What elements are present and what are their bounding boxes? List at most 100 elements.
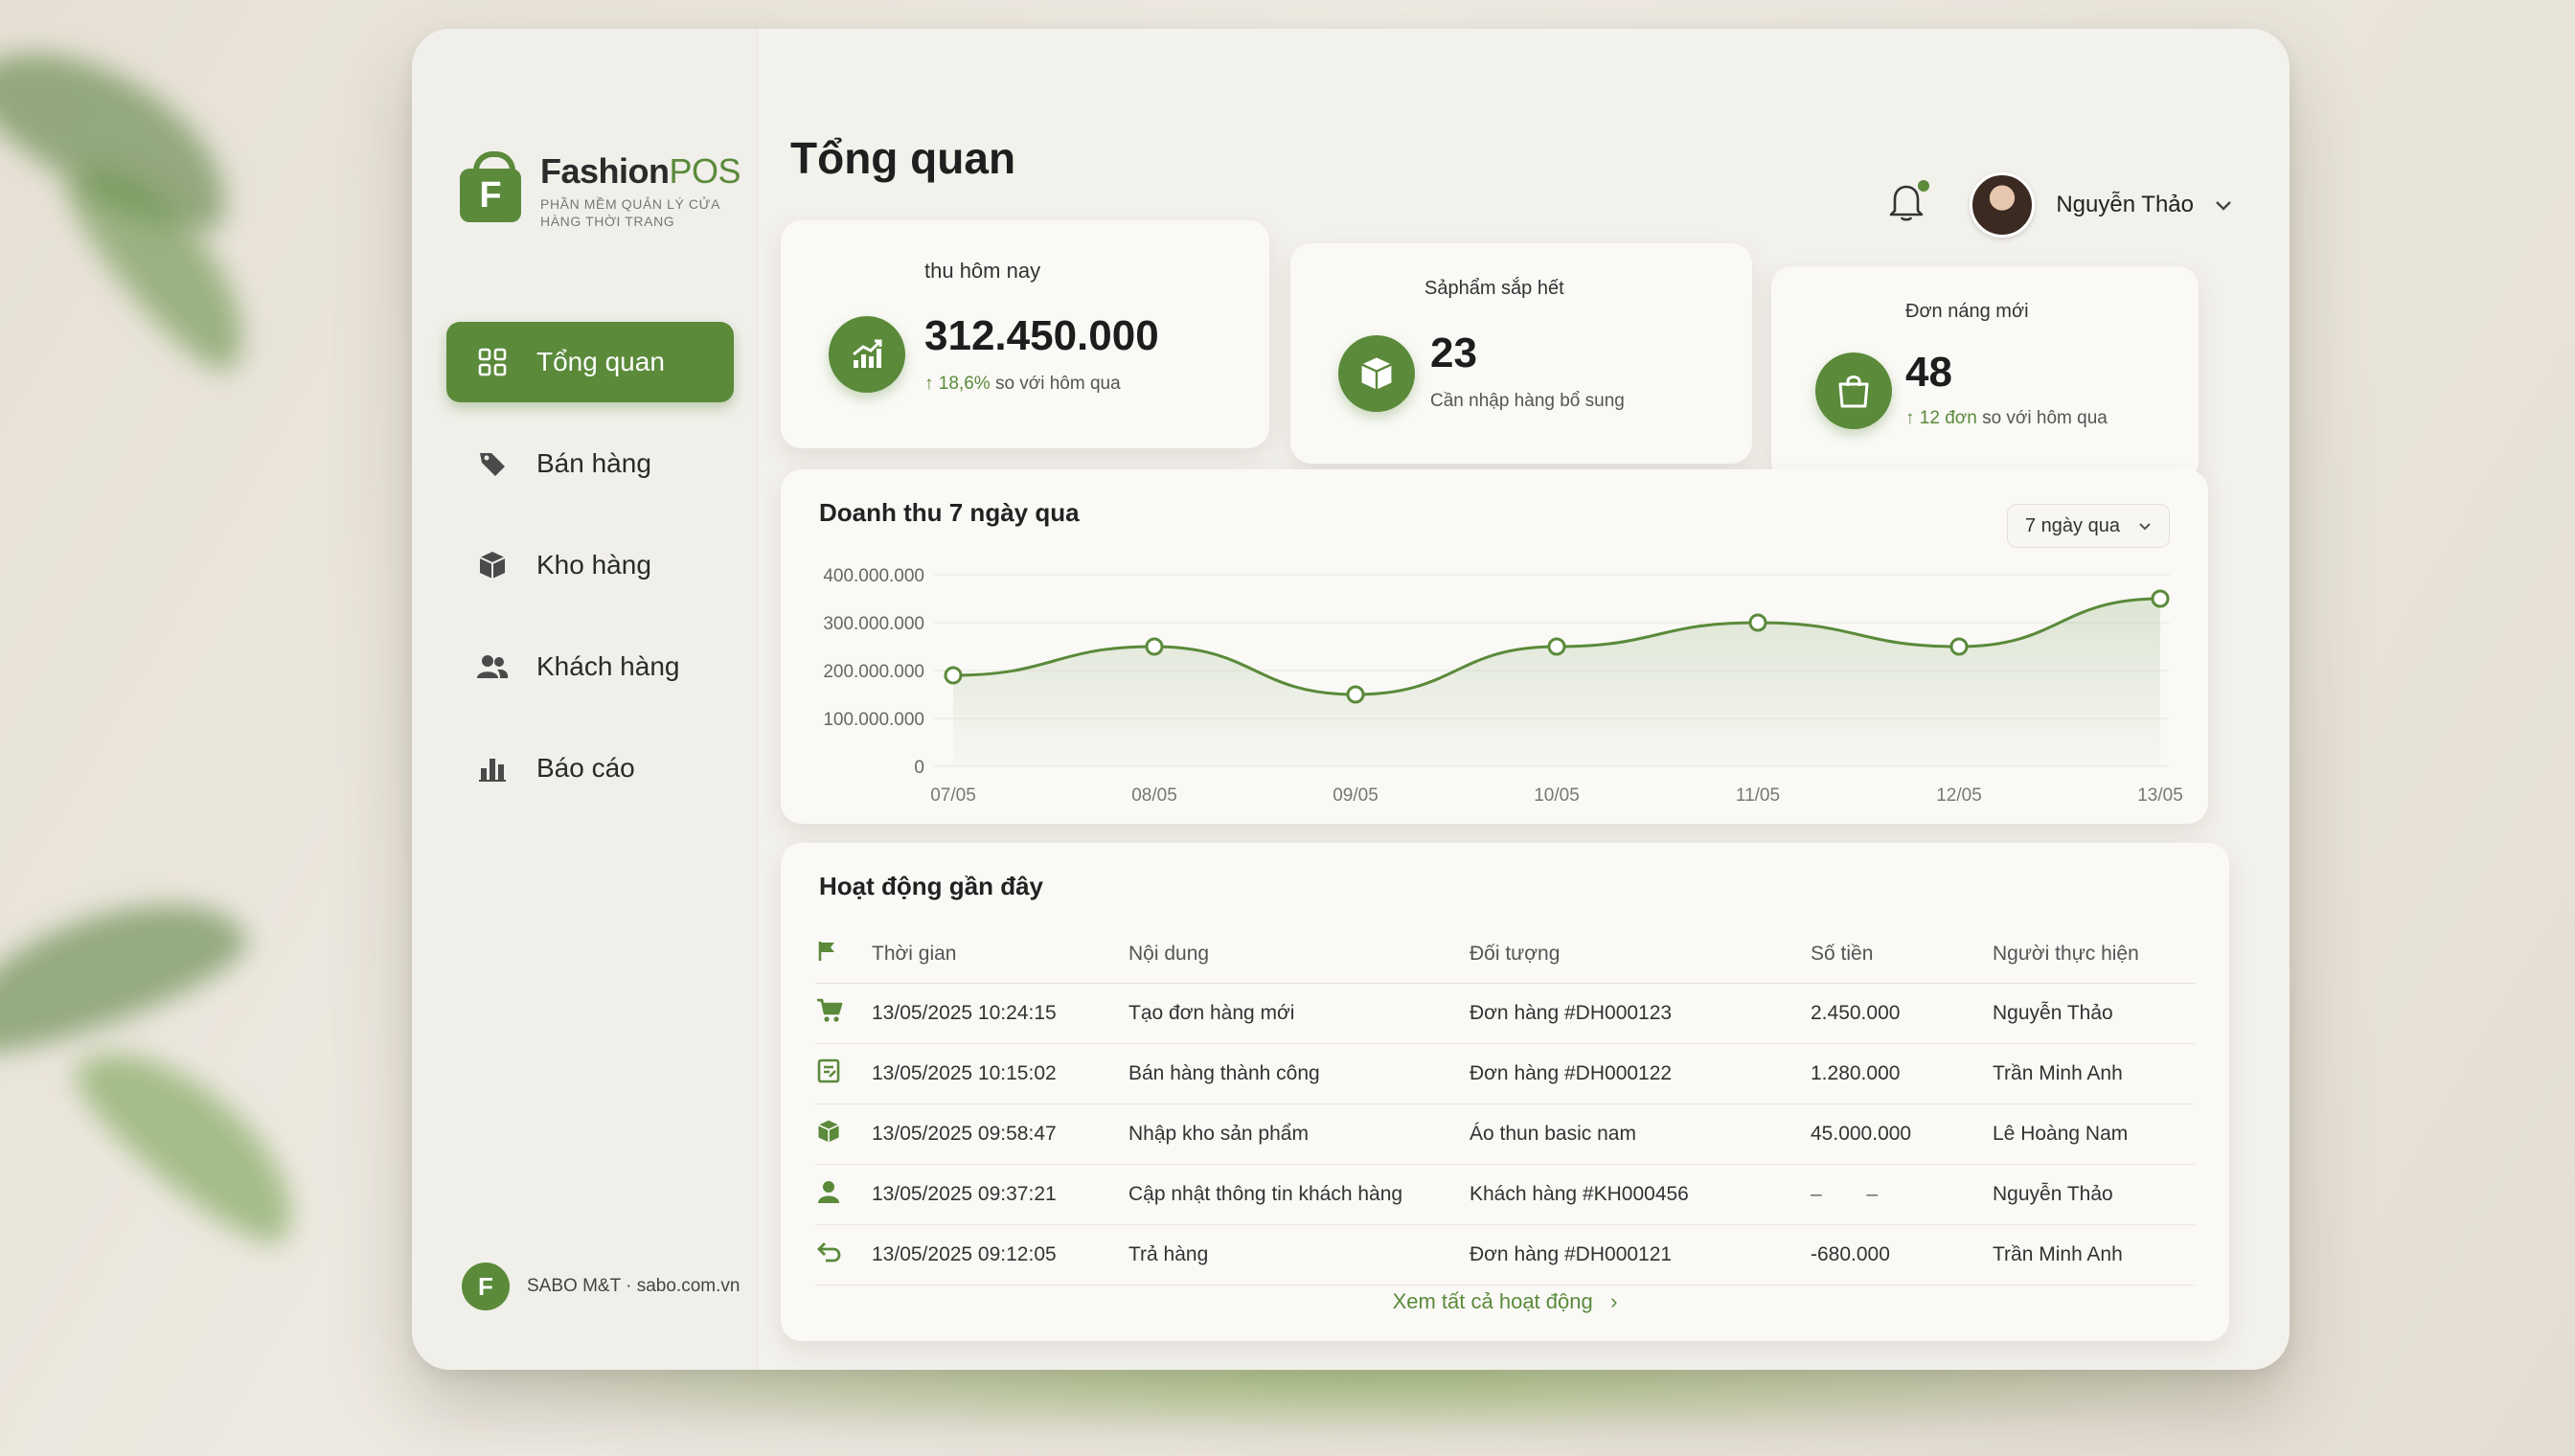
row-time: 13/05/2025 09:37:21 [871,1164,1128,1225]
y-tick-label: 200.000.000 [823,662,924,682]
brand-footer[interactable]: F SABO M&T · sabo.com.vn [462,1263,740,1310]
stat-note-text: Cần nhập hàng bổ sung [1430,391,1625,411]
row-amount: -680.000 [1810,1224,1992,1285]
users-icon [475,649,510,684]
page-title: Tổng quan [790,133,1016,183]
sidebar-item-kho-hang[interactable]: Kho hàng [446,525,734,605]
row-content: Tạo đơn hàng mới [1128,983,1469,1044]
x-tick-label: 07/05 [930,785,976,806]
table-row[interactable]: 13/05/2025 10:24:15 Tạo đơn hàng mới Đơn… [815,983,2195,1044]
row-time: 13/05/2025 10:24:15 [871,983,1128,1044]
sidebar-item-label: Bán hàng [536,448,651,478]
table-row[interactable]: 13/05/2025 09:37:21 Cập nhật thông tin k… [815,1164,2195,1225]
stat-note-text: so với hôm qua [994,374,1121,394]
stat-value: 312.450.000 [924,312,1159,359]
row-time: 13/05/2025 09:58:47 [871,1103,1128,1165]
stat-title: thu hôm nay [924,259,1041,283]
row-user: Nguyễn Thảo [1992,1164,2195,1225]
row-content: Bán hàng thành công [1128,1043,1469,1104]
row-user: Nguyễn Thảo [1992,983,2195,1044]
notification-badge [1918,180,1929,192]
sidebar-item-khach-hang[interactable]: Khách hàng [446,626,734,707]
row-content: Trả hàng [1128,1224,1469,1285]
cart-icon [815,983,871,1044]
trend-up-icon [829,316,905,393]
stat-card-revenue-today[interactable]: thu hôm nay 312.450.000 ↑ 18,6% so với h… [781,220,1269,448]
stat-change: 18,6% [938,374,991,394]
stat-title: Sảphẩm sắp hết [1424,278,1564,299]
row-user: Trần Minh Anh [1992,1224,2195,1285]
x-tick-label: 09/05 [1333,785,1379,806]
price-tag-icon [475,446,510,481]
stat-card-low-stock[interactable]: Sảphẩm sắp hết 23 Cần nhập hàng bổ sung [1290,243,1752,464]
row-amount: 45.000.000 [1810,1103,1992,1165]
stat-note: ↑ 18,6% so với hôm qua [924,374,1121,395]
stat-card-new-orders[interactable]: Đơn náng mới 48 ↑ 12 đơn so với hôm qua [1771,266,2199,483]
col-content[interactable]: Nội dung [1128,925,1469,984]
row-time: 13/05/2025 10:15:02 [871,1043,1128,1104]
app-logo[interactable]: F FashionPOS PHẦN MỀM QUẢN LÝ CỬA HÀNG T… [460,151,741,230]
y-tick-label: 300.000.000 [823,614,924,634]
row-target[interactable]: Đơn hàng #DH000121 [1469,1224,1810,1285]
row-target[interactable]: Đơn hàng #DH000123 [1469,983,1810,1044]
shopping-bag-logo-icon: F [460,151,521,222]
user-icon [815,1164,871,1225]
activity-title: Hoạt động gần đây [819,872,1043,900]
x-tick-label: 08/05 [1131,785,1177,806]
data-point [944,666,963,685]
sidebar-item-ban-hang[interactable]: Bán hàng [446,423,734,504]
box-icon [475,548,510,582]
background-leaf [57,1016,326,1263]
stat-note: ↑ 12 đơn so với hôm qua [1905,408,2108,429]
row-time: 13/05/2025 09:12:05 [871,1224,1128,1285]
view-all-label: Xem tất cả hoạt động [1392,1289,1593,1313]
revenue-line-chart: 400.000.000 300.000.000 200.000.000 100.000… [823,566,2183,806]
chevron-down-icon [2215,192,2232,218]
table-row[interactable]: 13/05/2025 09:12:05 Trả hàng Đơn hàng #D… [815,1224,2195,1285]
sidebar-item-label: Khách hàng [536,651,680,681]
return-icon [815,1224,871,1285]
col-time[interactable]: Thời gian [871,925,1128,984]
table-row[interactable]: 13/05/2025 09:58:47 Nhập kho sản phẩm Áo… [815,1103,2195,1165]
notification-bell-icon[interactable] [1887,180,1929,222]
col-user[interactable]: Người thực hiện [1992,925,2195,984]
receipt-icon [815,1043,871,1104]
box-icon [1338,335,1415,412]
app-name: FashionPOS [540,151,741,191]
row-amount: 2.450.000 [1810,983,1992,1044]
brand-footer-text: SABO M&T · sabo.com.vn [527,1276,741,1296]
row-amount: 1.280.000 [1810,1043,1992,1104]
sidebar: F FashionPOS PHẦN MỀM QUẢN LÝ CỬA HÀNG T… [412,29,758,1370]
revenue-chart-card: Doanh thu 7 ngày qua 7 ngày qua 400.000.… [781,469,2208,824]
flag-icon [815,925,871,984]
stat-value: 48 [1905,349,1952,396]
table-row[interactable]: 13/05/2025 10:15:02 Bán hàng thành công … [815,1043,2195,1104]
stat-note-text: so với hôm qua [1982,408,2108,428]
y-tick-label: 400.000.000 [823,566,924,586]
row-amount: – – [1810,1164,1992,1225]
data-point [1748,613,1767,632]
data-point [1949,637,1969,656]
dashboard-grid-icon [475,345,510,379]
x-tick-label: 13/05 [2137,785,2183,806]
box-icon [815,1103,871,1165]
user-menu[interactable]: Nguyễn Thảo [1970,172,2232,238]
view-all-activity-link[interactable]: Xem tất cả hoạt động › [781,1289,2229,1314]
data-point [2151,589,2170,608]
sidebar-nav: Tổng quan Bán hàng Kho hàng Khách hàng B… [446,322,734,830]
x-tick-label: 12/05 [1936,785,1982,806]
sidebar-item-bao-cao[interactable]: Báo cáo [446,728,734,808]
stat-value: 23 [1430,330,1477,376]
arrow-up-icon: ↑ [924,374,939,394]
x-tick-label: 10/05 [1534,785,1580,806]
row-content: Nhập kho sản phẩm [1128,1103,1469,1165]
row-target[interactable]: Đơn hàng #DH000122 [1469,1043,1810,1104]
col-amount[interactable]: Số tiền [1810,925,1992,984]
row-target[interactable]: Áo thun basic nam [1469,1103,1810,1165]
main-content: Tổng quan Nguyễn Thảo thu hôm nay 312.45… [758,29,2290,1370]
brand-badge: F [462,1263,510,1310]
col-target[interactable]: Đối tượng [1469,925,1810,984]
sidebar-item-label: Kho hàng [536,550,651,580]
sidebar-item-tong-quan[interactable]: Tổng quan [446,322,734,402]
row-target[interactable]: Khách hàng #KH000456 [1469,1164,1810,1225]
